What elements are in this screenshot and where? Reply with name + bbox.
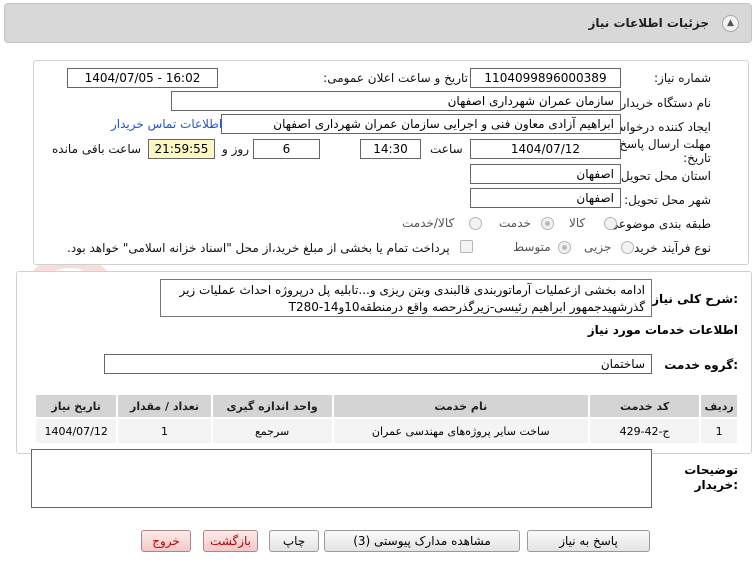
deadline-time-label: ساعت <box>430 142 463 156</box>
services-table: ردیف کد خدمت نام خدمت واحد اندازه گیری ت… <box>33 393 739 445</box>
summary-textarea[interactable]: ادامه بخشی ازعملیات آرماتوربندی قالبندی … <box>160 279 652 317</box>
buyer-notes-label-2: خریدار: <box>694 478 738 492</box>
category-option-service: خدمت <box>499 216 531 230</box>
remaining-time-field: 21:59:55 <box>148 139 215 159</box>
buyer-notes-label: توضیحات <box>684 463 738 477</box>
buyer-contact-link[interactable]: اطلاعات تماس خریدار <box>111 117 222 131</box>
province-label: استان محل تحویل: <box>616 169 711 183</box>
remaining-time-label: ساعت باقی مانده <box>52 142 142 156</box>
buyer-org-field: سازمان عمران شهرداری اصفهان <box>171 91 621 111</box>
announce-datetime-label: تاریخ و ساعت اعلان عمومی: <box>323 71 468 85</box>
province-field: اصفهان <box>470 164 621 184</box>
summary-label: شرح کلی نیاز: <box>652 292 738 306</box>
category-radio-service[interactable] <box>541 217 554 230</box>
chevron-up-icon[interactable]: ▲ <box>722 15 739 32</box>
remaining-days-field: 6 <box>253 139 320 159</box>
cell-quantity: 1 <box>116 417 213 445</box>
need-number-field: 1104099896000389 <box>470 68 621 88</box>
requester-field: ابراهیم آزادی معاون فنی و اجرایی سازمان … <box>221 114 621 134</box>
cell-row: 1 <box>699 417 739 445</box>
print-button[interactable]: چاپ <box>269 530 319 552</box>
table-header-row: ردیف کد خدمت نام خدمت واحد اندازه گیری ت… <box>33 393 739 419</box>
city-label: شهر محل تحویل: <box>624 193 711 207</box>
page-title: جزئیات اطلاعات نیاز <box>588 16 709 30</box>
treasury-payment-note: پرداخت تمام یا بخشی از مبلغ خرید،از محل … <box>67 241 450 255</box>
process-label: نوع فرآیند خرید : <box>626 241 711 255</box>
process-option-minor: جزیی <box>584 240 612 254</box>
services-section-title: اطلاعات خدمات مورد نیاز <box>587 323 738 337</box>
col-unit: واحد اندازه گیری <box>210 393 334 419</box>
deadline-date-field: 1404/07/12 <box>470 139 621 159</box>
col-need-date: تاریخ نیاز <box>33 393 119 419</box>
col-quantity: تعداد / مقدار <box>116 393 213 419</box>
cell-service-name: ساخت سایر پروژه‌های مهندسی عمران <box>331 417 590 445</box>
category-radio-goods-service[interactable] <box>469 217 482 230</box>
buyer-notes-textarea[interactable] <box>31 449 652 508</box>
days-label: روز و <box>222 142 249 156</box>
process-radio-minor[interactable] <box>621 241 634 254</box>
category-option-goods: کالا <box>569 216 586 230</box>
attachments-button[interactable]: مشاهده مدارک پیوستی (3) <box>324 530 520 552</box>
cell-need-date: 1404/07/12 <box>33 417 119 445</box>
deadline-time-field: 14:30 <box>360 139 421 159</box>
category-label: طبقه بندی موضوعی: <box>604 217 711 231</box>
city-field: اصفهان <box>470 188 621 208</box>
table-row: 1 ج-42-429 ساخت سایر پروژه‌های مهندسی عم… <box>33 417 739 445</box>
service-group-label: گروه خدمت: <box>664 358 738 372</box>
cell-unit: سرجمع <box>210 417 334 445</box>
treasury-payment-checkbox[interactable] <box>460 240 473 253</box>
back-button[interactable]: بازگشت <box>203 530 258 552</box>
deadline-label-date: تاریخ: <box>683 151 711 165</box>
process-option-medium: متوسط <box>513 240 551 254</box>
process-radio-medium[interactable] <box>558 241 571 254</box>
exit-button[interactable]: خروج <box>141 530 191 552</box>
category-option-goods-service: کالا/خدمت <box>402 216 455 230</box>
buyer-org-label: نام دستگاه خریدار: <box>616 96 712 110</box>
col-row: ردیف <box>699 393 739 419</box>
col-service-code: کد خدمت <box>587 393 702 419</box>
cell-service-code: ج-42-429 <box>587 417 702 445</box>
announce-datetime-field: 1404/07/05 - 16:02 <box>67 68 218 88</box>
reply-button[interactable]: پاسخ به نیاز <box>527 530 650 552</box>
need-number-label: شماره نیاز: <box>654 71 711 85</box>
category-radio-goods[interactable] <box>604 217 617 230</box>
service-group-field: ساختمان <box>104 354 652 374</box>
col-service-name: نام خدمت <box>331 393 590 419</box>
page-header: جزئیات اطلاعات نیاز ▲ <box>4 3 752 43</box>
